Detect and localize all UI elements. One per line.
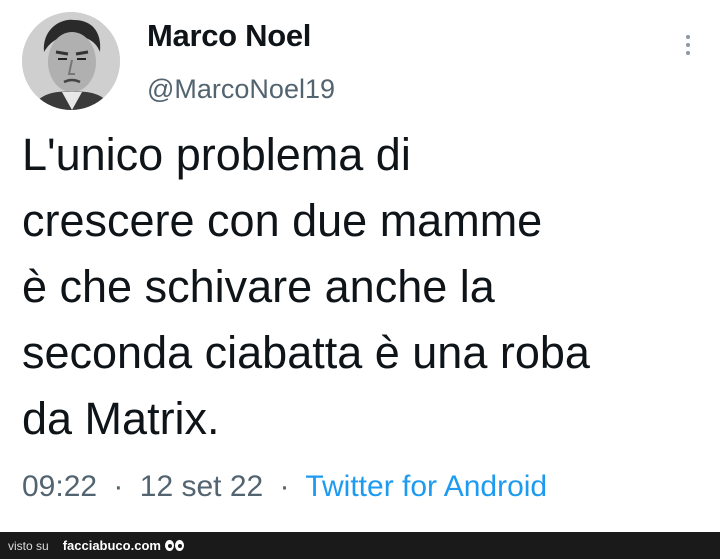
profile-photo-icon xyxy=(22,12,120,110)
more-dot xyxy=(686,35,690,39)
tweet-date[interactable]: 12 set 22 xyxy=(140,470,263,503)
tweet-text-line: è che schivare anche la xyxy=(22,261,495,312)
tweet-text-line: L'unico problema di xyxy=(22,129,411,180)
footer-prefix: visto su xyxy=(8,538,49,553)
more-dot xyxy=(686,43,690,47)
meta-separator: · xyxy=(279,470,290,503)
meta-separator: · xyxy=(113,470,124,503)
eyes-logo-icon xyxy=(164,540,184,551)
more-vertical-icon[interactable] xyxy=(676,28,700,62)
tweet-meta: 09:22 · 12 set 22 · Twitter for Android xyxy=(22,470,547,504)
tweet-card: Marco Noel @MarcoNoel19 L'unico problema… xyxy=(0,0,720,532)
tweet-source-link[interactable]: Twitter for Android xyxy=(305,470,547,503)
more-dot xyxy=(686,51,690,55)
tweet-text-line: da Matrix. xyxy=(22,393,220,444)
footer-brand[interactable]: facciabuco.com xyxy=(63,538,161,553)
tweet-text-line: seconda ciabatta è una roba xyxy=(22,327,590,378)
user-handle[interactable]: @MarcoNoel19 xyxy=(147,74,335,105)
tweet-time[interactable]: 09:22 xyxy=(22,470,97,503)
display-name[interactable]: Marco Noel xyxy=(147,18,311,54)
tweet-text-line: crescere con due mamme xyxy=(22,195,543,246)
watermark-footer: visto su facciabuco.com xyxy=(0,532,720,559)
avatar[interactable] xyxy=(22,12,120,110)
tweet-text: L'unico problema di crescere con due mam… xyxy=(22,122,712,452)
